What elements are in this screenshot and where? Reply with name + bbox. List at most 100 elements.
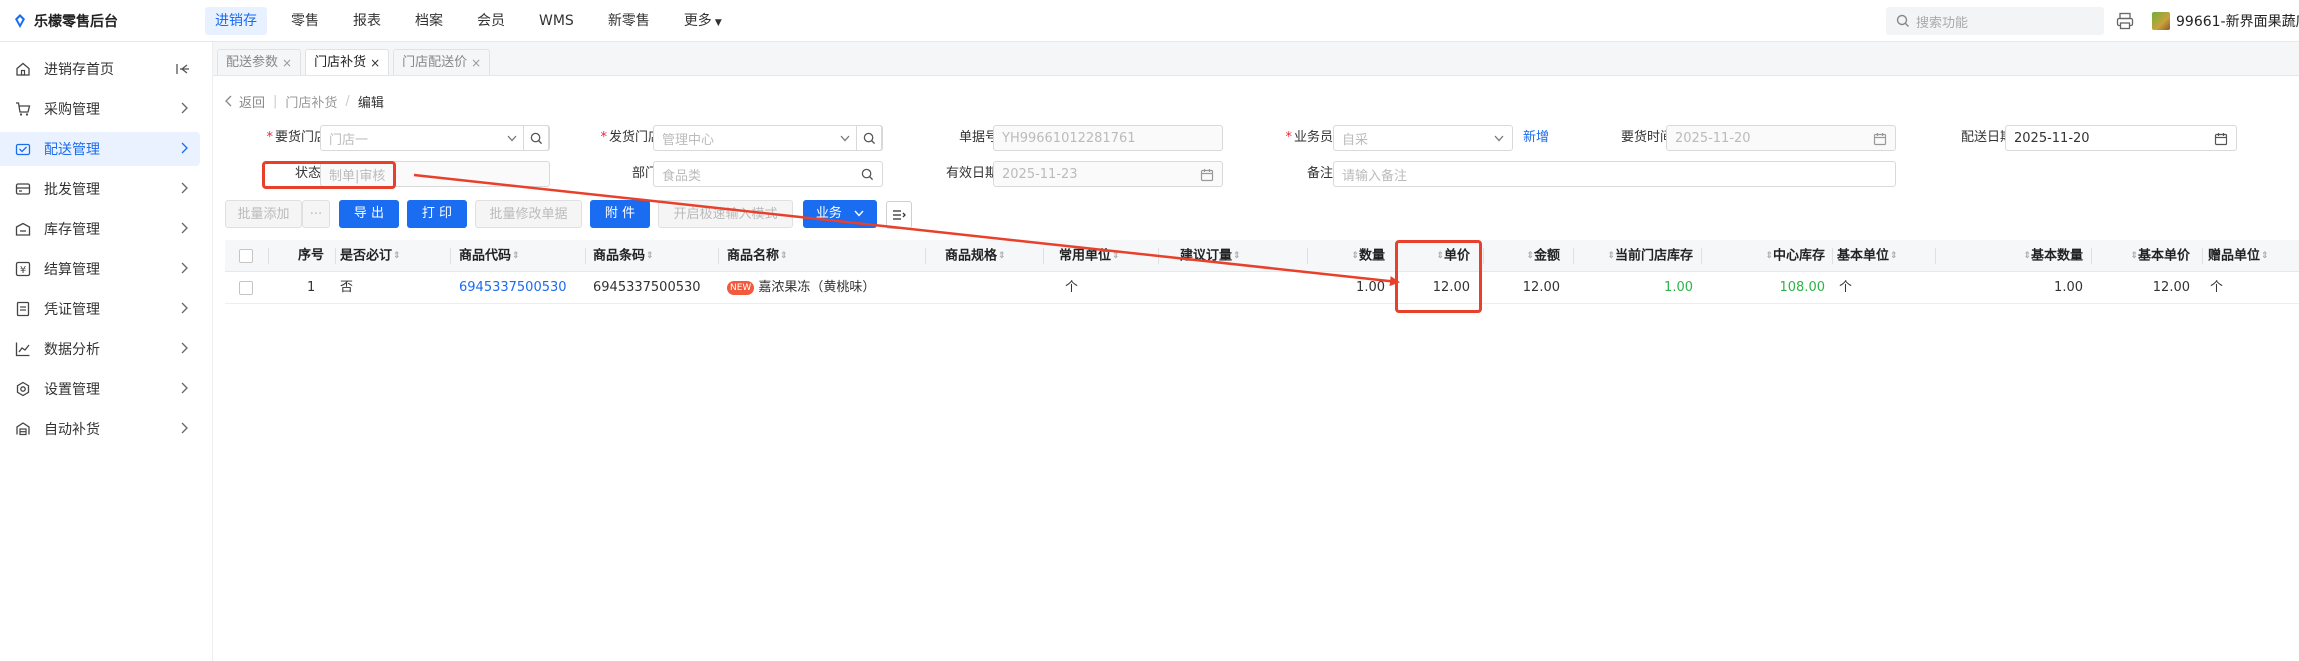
row-checkbox[interactable] [239, 281, 253, 295]
sidebar-item-auto-replenish[interactable]: 自动补货 [0, 412, 200, 446]
col-spec[interactable]: 商品规格⇕ [945, 240, 1035, 272]
voucher-icon [14, 300, 32, 318]
batch-edit-button[interactable]: 批量修改单据 [475, 200, 582, 228]
sort-icon: ⇕ [2023, 251, 2031, 261]
request-store-select[interactable]: 门店一 [320, 125, 550, 151]
sidebar-item-wholesale[interactable]: 批发管理 [0, 172, 200, 206]
request-store-search-button[interactable] [523, 125, 549, 151]
chevron-down-icon [1494, 135, 1504, 142]
cell-name-text: 嘉浓果冻（黄桃味） [758, 280, 876, 295]
nav-member[interactable]: 会员 [467, 7, 515, 35]
col-unit[interactable]: 常用单位⇕ [1059, 240, 1144, 272]
print-button[interactable]: 打 印 [407, 200, 467, 228]
col-suggest[interactable]: 建议订量⇕ [1180, 240, 1280, 272]
search-icon[interactable] [861, 168, 874, 181]
sidebar-item-stock[interactable]: 库存管理 [0, 212, 200, 246]
column-divider [1832, 248, 1833, 264]
export-button[interactable]: 导 出 [339, 200, 399, 228]
nav-retail[interactable]: 零售 [281, 7, 329, 35]
collapse-sidebar-icon[interactable] [176, 62, 190, 76]
fast-input-button[interactable]: 开启极速输入模式 [658, 200, 793, 228]
batch-add-button[interactable]: 批量添加 [225, 200, 302, 228]
sidebar-item-label: 数据分析 [44, 342, 100, 358]
col-base-unit[interactable]: 基本单位⇕ [1837, 240, 1917, 272]
delivery-date-picker[interactable]: 2025-11-20 [2005, 125, 2237, 151]
col-code[interactable]: 商品代码⇕ [459, 240, 554, 272]
add-salesman-button[interactable]: 新增 [1523, 125, 1549, 151]
col-required[interactable]: 是否必订⇕ [340, 240, 420, 272]
col-qty[interactable]: ⇕数量 [1325, 240, 1385, 272]
close-icon[interactable]: × [282, 50, 292, 76]
attachment-button[interactable]: 附 件 [590, 200, 650, 228]
tab-delivery-params[interactable]: 配送参数 × [217, 49, 302, 76]
nav-new-retail[interactable]: 新零售 [598, 7, 660, 35]
nav-reports[interactable]: 报表 [343, 7, 391, 35]
sidebar-item-purchase[interactable]: 采购管理 [0, 92, 200, 126]
chevron-right-icon [181, 262, 188, 274]
caret-down-icon: ▼ [714, 18, 722, 28]
salesman-select[interactable]: 自采 [1333, 125, 1513, 151]
column-settings-button[interactable] [886, 201, 912, 229]
sort-icon: ⇕ [1765, 251, 1773, 261]
tab-store-replenish[interactable]: 门店补货 × [305, 49, 390, 76]
nav-archive[interactable]: 档案 [405, 7, 453, 35]
chevron-down-icon [854, 210, 864, 217]
dept-field[interactable]: 食品类 [653, 161, 883, 187]
chevron-right-icon [181, 382, 188, 394]
tab-store-delivery-price[interactable]: 门店配送价 × [393, 49, 491, 76]
sidebar-item-analytics[interactable]: 数据分析 [0, 332, 200, 366]
chevron-right-icon [181, 102, 188, 114]
function-search[interactable]: 搜索功能 [1886, 7, 2104, 35]
sidebar-item-voucher[interactable]: 凭证管理 [0, 292, 200, 326]
col-gift-unit-label: 赠品单位 [2208, 248, 2261, 264]
sort-icon: ⇕ [998, 251, 1006, 261]
request-time-label: 要货时间 [1620, 130, 1673, 145]
column-settings-icon [893, 210, 906, 220]
sidebar-item-delivery[interactable]: 配送管理 [0, 132, 200, 166]
col-center-stock[interactable]: ⇕中心库存 [1725, 240, 1825, 272]
col-base-price[interactable]: ⇕基本单价 [2100, 240, 2190, 272]
col-amount[interactable]: ⇕金额 [1500, 240, 1560, 272]
column-divider [925, 248, 926, 264]
cell-gift-unit: 个 [2210, 280, 2224, 295]
brand[interactable]: 乐檬零售后台 [12, 11, 118, 31]
home-icon [14, 60, 32, 78]
col-barcode[interactable]: 商品条码⇕ [593, 240, 688, 272]
sidebar-item-label: 设置管理 [44, 382, 100, 398]
nav-inventory[interactable]: 进销存 [205, 7, 267, 35]
breadcrumb-parent[interactable]: 门店补货 [285, 92, 337, 111]
more-actions-button[interactable]: ··· [302, 200, 330, 228]
cell-qty[interactable]: 1.00 [1325, 272, 1385, 304]
valid-date-field: 2025-11-23 [993, 161, 1223, 187]
col-base-qty[interactable]: ⇕基本数量 [1985, 240, 2083, 272]
select-all-checkbox[interactable] [239, 249, 253, 263]
table-row[interactable]: 1 否 6945337500530 6945337500530 NEW 嘉浓果冻（… [225, 272, 2299, 304]
close-icon[interactable]: × [370, 50, 380, 76]
nav-wms[interactable]: WMS [529, 7, 584, 35]
sidebar-item-label: 采购管理 [44, 102, 100, 118]
back-link[interactable]: 返回 [225, 92, 265, 111]
business-dropdown-button[interactable]: 业务 [803, 200, 877, 228]
cell-base-unit: 个 [1839, 280, 1853, 295]
nav-more[interactable]: 更多 ▼ [674, 7, 732, 35]
cell-store-stock: 1.00 [1664, 280, 1693, 295]
col-suggest-label: 建议订量 [1180, 248, 1233, 264]
sidebar-item-home[interactable]: 进销存首页 [0, 52, 200, 86]
sort-icon: ⇕ [1112, 251, 1120, 261]
store-switcher[interactable]: 99661-新界面果蔬店 [2152, 11, 2299, 31]
sidebar-item-settings[interactable]: 设置管理 [0, 372, 200, 406]
col-store-stock[interactable]: ⇕当前门店库存 [1585, 240, 1693, 272]
sidebar-item-settlement[interactable]: ¥ 结算管理 [0, 252, 200, 286]
col-name[interactable]: 商品名称⇕ [727, 240, 822, 272]
close-icon[interactable]: × [471, 50, 481, 76]
remark-placeholder: 请输入备注 [1342, 168, 1408, 184]
remark-input[interactable]: 请输入备注 [1333, 161, 1896, 187]
printer-icon[interactable] [2115, 11, 2135, 31]
col-gift-unit[interactable]: 赠品单位⇕ [2208, 240, 2296, 272]
column-divider [2202, 248, 2203, 264]
cell-code-link[interactable]: 6945337500530 [459, 272, 579, 304]
column-divider [1573, 248, 1574, 264]
ship-store-select[interactable]: 管理中心 [653, 125, 883, 151]
ship-store-search-button[interactable] [856, 125, 882, 151]
col-base-price-label: 基本单价 [2137, 248, 2190, 264]
